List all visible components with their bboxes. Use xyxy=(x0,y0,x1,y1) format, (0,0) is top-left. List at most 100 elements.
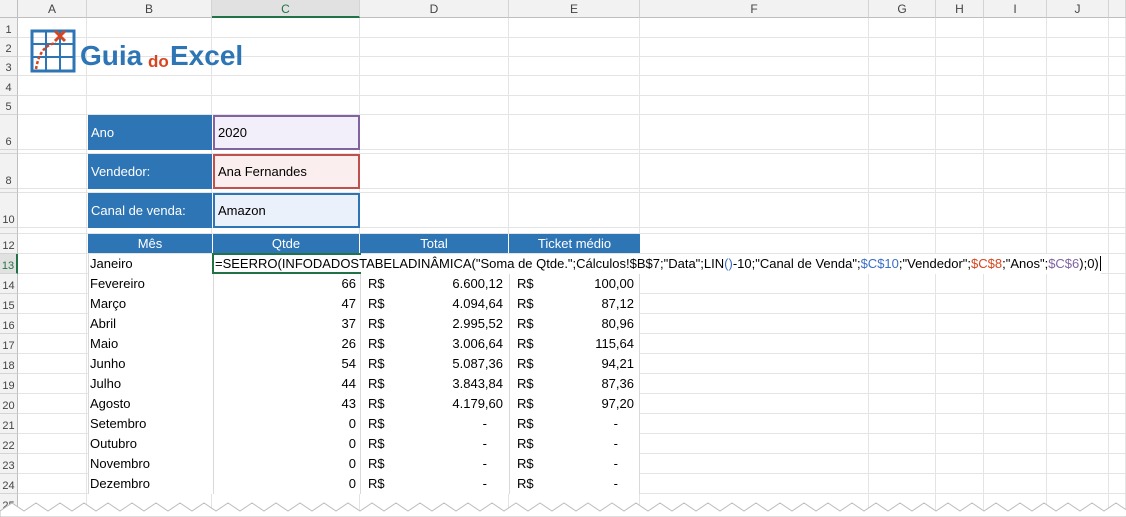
table-cell-total[interactable]: 6.600,12 xyxy=(390,274,509,294)
table-cell-currency[interactable]: R$ xyxy=(360,294,390,314)
table-cell-currency[interactable]: R$ xyxy=(360,354,390,374)
column-header-d[interactable]: D xyxy=(360,0,509,18)
table-cell-mes[interactable]: Dezembro xyxy=(88,474,213,494)
column-header-a[interactable]: A xyxy=(18,0,87,18)
table-cell-currency[interactable]: R$ xyxy=(509,374,539,394)
column-header-e[interactable]: E xyxy=(509,0,640,18)
table-cell-currency[interactable]: R$ xyxy=(509,294,539,314)
table-cell-currency[interactable]: R$ xyxy=(360,434,390,454)
table-cell-currency[interactable]: R$ xyxy=(360,394,390,414)
table-cell-currency[interactable]: R$ xyxy=(509,434,539,454)
table-cell-total[interactable]: - xyxy=(390,454,509,474)
select-all-corner[interactable] xyxy=(0,0,18,18)
column-header-h[interactable]: H xyxy=(936,0,984,18)
table-cell-currency[interactable]: R$ xyxy=(509,314,539,334)
canal-input[interactable]: Amazon xyxy=(213,193,360,228)
table-cell-ticket[interactable]: 94,21 xyxy=(539,354,640,374)
row-header[interactable]: 4 xyxy=(0,76,18,96)
table-cell-mes[interactable]: Outubro xyxy=(88,434,213,454)
column-header-j[interactable]: J xyxy=(1047,0,1109,18)
table-cell-mes[interactable]: Julho xyxy=(88,374,213,394)
table-cell-qtde[interactable]: 47 xyxy=(213,294,360,314)
row-header[interactable]: 20 xyxy=(0,394,18,414)
row-header[interactable]: 21 xyxy=(0,414,18,434)
table-cell-total[interactable]: 2.995,52 xyxy=(390,314,509,334)
table-cell-mes[interactable]: Agosto xyxy=(88,394,213,414)
row-header[interactable]: 3 xyxy=(0,57,18,76)
table-cell-currency[interactable]: R$ xyxy=(509,394,539,414)
table-cell-currency[interactable]: R$ xyxy=(360,334,390,354)
table-cell-qtde[interactable]: 37 xyxy=(213,314,360,334)
table-cell-currency[interactable]: R$ xyxy=(509,334,539,354)
ano-input[interactable]: 2020 xyxy=(213,115,360,150)
table-cell-total[interactable]: 3.843,84 xyxy=(390,374,509,394)
table-cell-currency[interactable]: R$ xyxy=(509,354,539,374)
table-cell-currency[interactable]: R$ xyxy=(509,474,539,494)
table-cell-currency[interactable]: R$ xyxy=(360,414,390,434)
table-cell-ticket[interactable]: 87,36 xyxy=(539,374,640,394)
column-header-f[interactable]: F xyxy=(640,0,869,18)
row-header[interactable]: 1 xyxy=(0,18,18,38)
table-cell-ticket[interactable]: 97,20 xyxy=(539,394,640,414)
column-header-b[interactable]: B xyxy=(87,0,212,18)
table-cell-total[interactable]: - xyxy=(390,434,509,454)
row-header[interactable]: 14 xyxy=(0,274,18,294)
table-cell-total[interactable]: - xyxy=(390,414,509,434)
table-cell-currency[interactable]: R$ xyxy=(509,414,539,434)
table-cell-ticket[interactable]: 100,00 xyxy=(539,274,640,294)
table-cell-ticket[interactable]: 80,96 xyxy=(539,314,640,334)
column-header-i[interactable]: I xyxy=(984,0,1047,18)
table-cell-mes[interactable]: Junho xyxy=(88,354,213,374)
table-cell-ticket[interactable]: - xyxy=(539,434,640,454)
row-header[interactable]: 19 xyxy=(0,374,18,394)
table-cell-mes[interactable]: Março xyxy=(88,294,213,314)
row-header[interactable]: 5 xyxy=(0,96,18,115)
row-header[interactable]: 24 xyxy=(0,474,18,494)
table-cell-qtde[interactable]: 0 xyxy=(213,474,360,494)
table-cell-qtde[interactable]: 66 xyxy=(213,274,360,294)
table-cell-total[interactable]: - xyxy=(390,474,509,494)
row-header[interactable]: 17 xyxy=(0,334,18,354)
row-header[interactable]: 18 xyxy=(0,354,18,374)
table-cell-mes[interactable]: Setembro xyxy=(88,414,213,434)
table-cell-currency[interactable]: R$ xyxy=(360,274,390,294)
row-header[interactable]: 6 xyxy=(0,115,18,150)
table-cell-ticket[interactable]: 87,12 xyxy=(539,294,640,314)
table-cell-total[interactable]: 4.094,64 xyxy=(390,294,509,314)
table-cell-mes[interactable]: Novembro xyxy=(88,454,213,474)
row-header[interactable]: 2 xyxy=(0,38,18,57)
table-cell-mes[interactable]: Janeiro xyxy=(88,254,213,274)
table-cell-ticket[interactable]: - xyxy=(539,474,640,494)
table-cell-total[interactable]: 4.179,60 xyxy=(390,394,509,414)
table-cell-qtde[interactable]: 26 xyxy=(213,334,360,354)
row-header[interactable]: 22 xyxy=(0,434,18,454)
table-cell-currency[interactable]: R$ xyxy=(509,274,539,294)
table-cell-ticket[interactable]: - xyxy=(539,454,640,474)
table-cell-currency[interactable]: R$ xyxy=(360,314,390,334)
table-cell-mes[interactable]: Maio xyxy=(88,334,213,354)
row-header[interactable]: 12 xyxy=(0,234,18,254)
vendedor-input[interactable]: Ana Fernandes xyxy=(213,154,360,189)
table-cell-mes[interactable]: Fevereiro xyxy=(88,274,213,294)
row-header[interactable]: 10 xyxy=(0,193,18,228)
row-header[interactable]: 16 xyxy=(0,314,18,334)
row-header[interactable]: 15 xyxy=(0,294,18,314)
row-header[interactable]: 8 xyxy=(0,154,18,189)
table-cell-total[interactable]: 5.087,36 xyxy=(390,354,509,374)
column-header-c[interactable]: C xyxy=(212,0,360,18)
table-cell-qtde[interactable]: 0 xyxy=(213,454,360,474)
column-header-k[interactable] xyxy=(1109,0,1126,18)
table-cell-qtde[interactable]: 54 xyxy=(213,354,360,374)
table-cell-qtde[interactable]: 44 xyxy=(213,374,360,394)
table-cell-total[interactable]: 3.006,64 xyxy=(390,334,509,354)
row-header[interactable]: 23 xyxy=(0,454,18,474)
table-cell-ticket[interactable]: - xyxy=(539,414,640,434)
row-header[interactable]: 13 xyxy=(0,254,18,274)
table-cell-qtde[interactable]: 0 xyxy=(213,434,360,454)
table-cell-qtde[interactable]: 43 xyxy=(213,394,360,414)
column-header-g[interactable]: G xyxy=(869,0,936,18)
table-cell-qtde[interactable]: 0 xyxy=(213,414,360,434)
table-cell-ticket[interactable]: 115,64 xyxy=(539,334,640,354)
table-cell-currency[interactable]: R$ xyxy=(360,454,390,474)
table-cell-currency[interactable]: R$ xyxy=(360,374,390,394)
